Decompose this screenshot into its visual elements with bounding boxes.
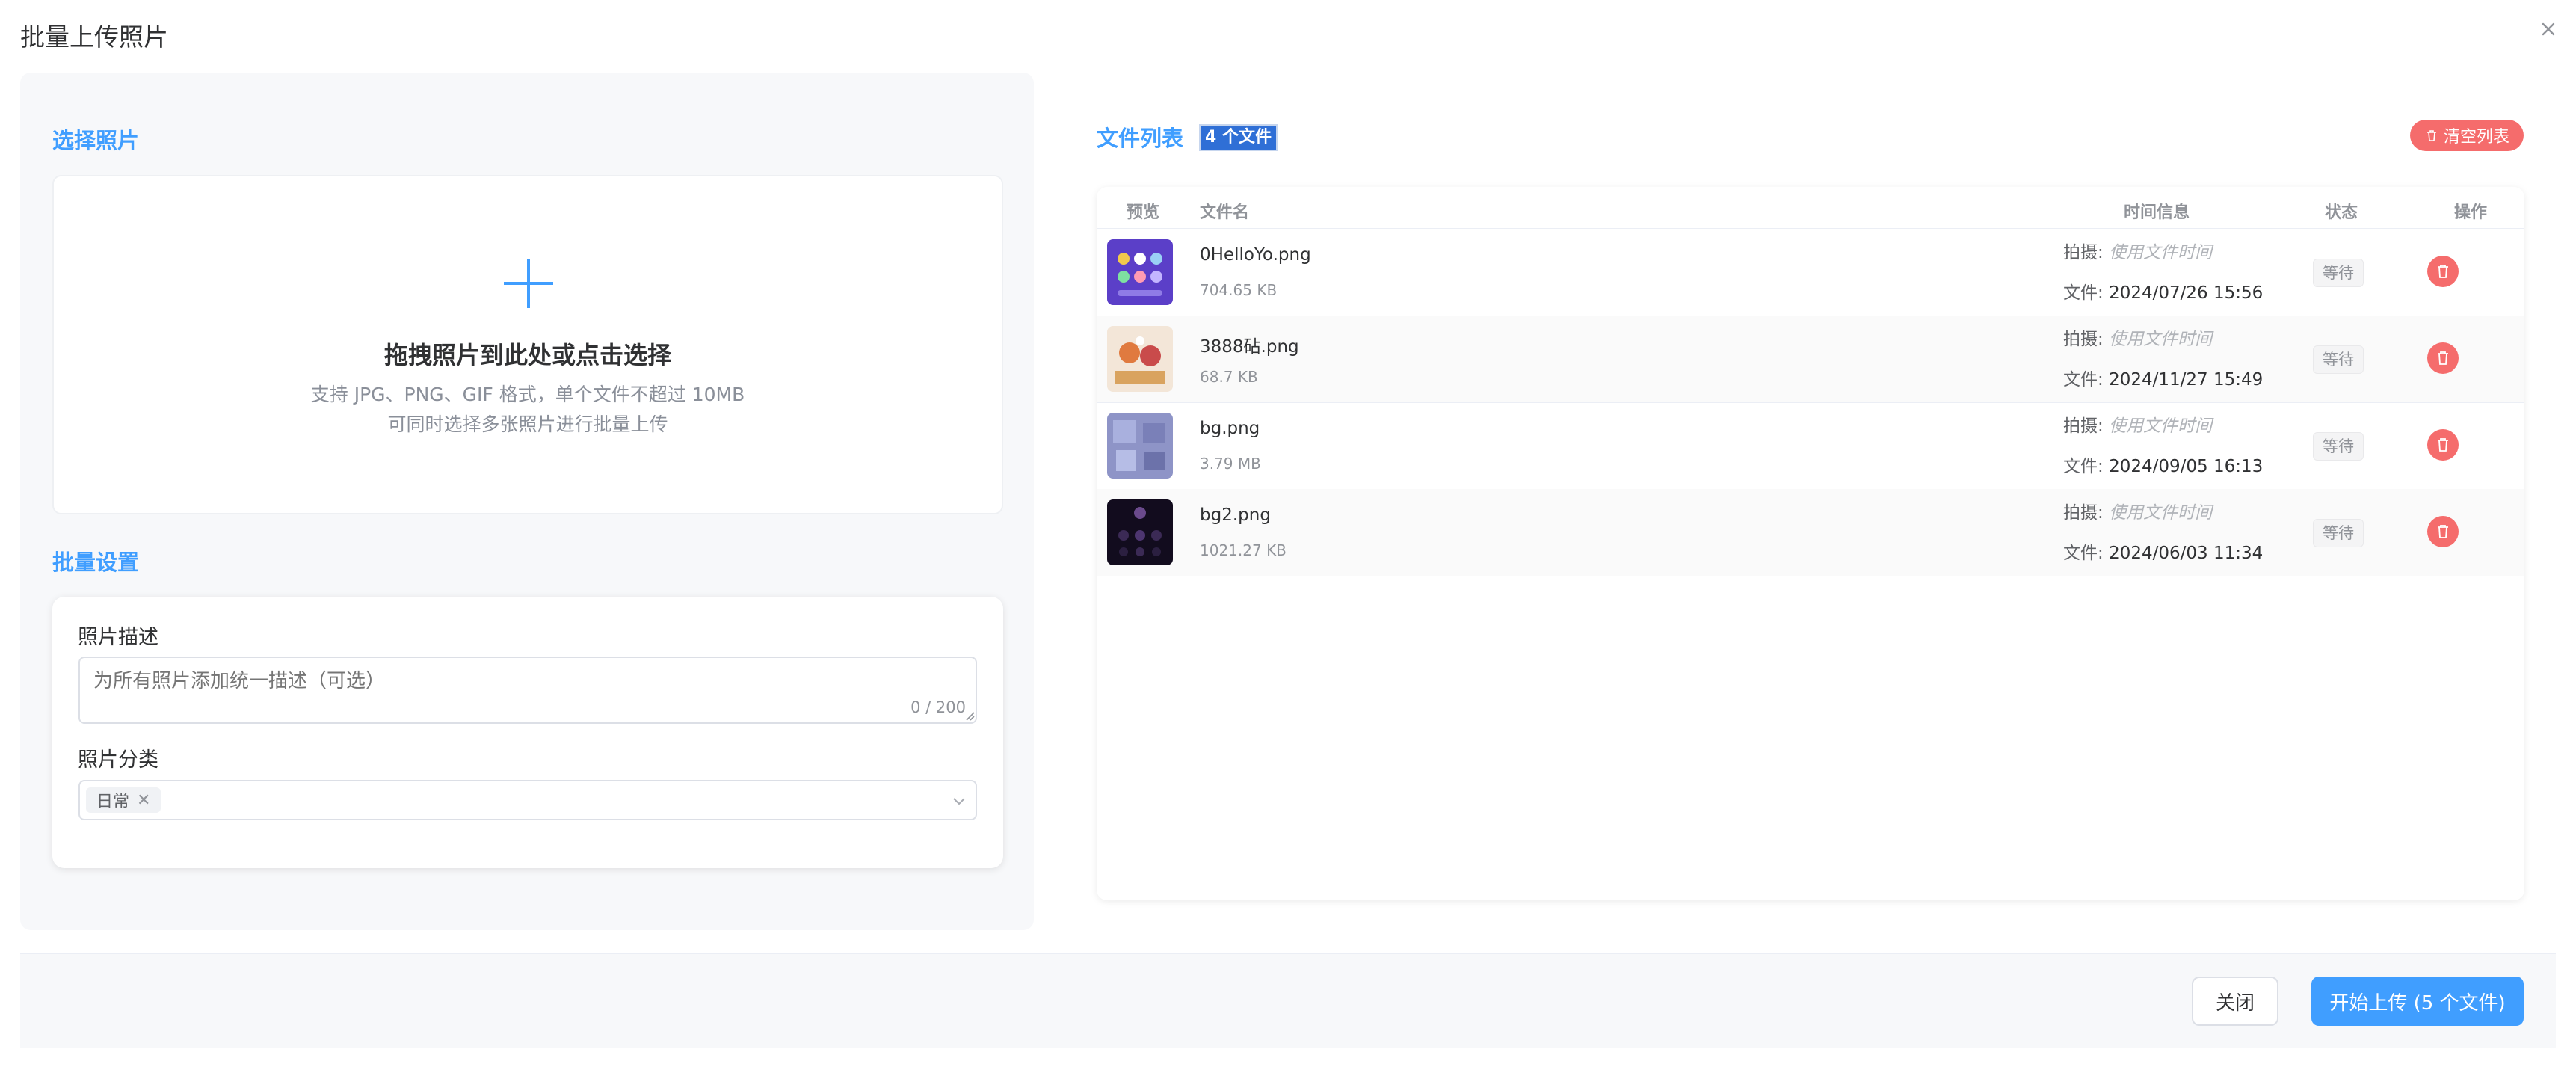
status-badge: 等待 [2313,345,2364,374]
clear-list-button[interactable]: 清空列表 [2410,120,2524,151]
category-label: 照片分类 [78,748,158,772]
dialog-title: 批量上传照片 [20,22,168,52]
category-select[interactable]: 日常 ✕ [78,780,977,820]
file-size: 68.7 KB [1200,368,1258,386]
file-time-line: 文件: 2024/11/27 15:49 [2063,370,2264,390]
thumbnail [1107,326,1173,392]
trash-icon [2438,438,2448,452]
description-label: 照片描述 [78,626,158,649]
thumbnail [1107,499,1173,565]
status-badge: 等待 [2313,432,2364,461]
shot-time-line: 拍摄: 使用文件时间 [2063,330,2213,349]
file-name: 0HelloYo.png [1200,245,1311,265]
resize-grip-icon[interactable] [964,710,975,721]
settings-card: 照片描述 0 / 200 照片分类 日常 ✕ [52,597,1003,868]
clear-list-label: 清空列表 [2443,128,2509,147]
file-name: 3888砧.png [1200,337,1299,357]
file-size: 1021.27 KB [1200,541,1287,559]
delete-button[interactable] [2427,516,2459,547]
start-upload-button[interactable]: 开始上传 (5 个文件) [2311,977,2524,1026]
file-time-line: 文件: 2024/07/26 15:56 [2063,283,2264,303]
col-status: 状态 [2325,203,2358,222]
col-preview: 预览 [1127,203,1160,222]
category-tag: 日常 ✕ [86,787,161,813]
table-row: bg2.png 1021.27 KB 拍摄: 使用文件时间 文件: 2024/0… [1097,489,2524,576]
trash-icon [2438,351,2448,365]
category-tag-label: 日常 [96,793,130,811]
file-size: 704.65 KB [1200,281,1278,299]
close-button[interactable]: 关闭 [2192,977,2278,1026]
status-badge: 等待 [2313,259,2364,287]
table-row: 0HelloYo.png 704.65 KB 拍摄: 使用文件时间 文件: 20… [1097,229,2524,316]
col-filename: 文件名 [1200,203,1250,222]
table-row: bg.png 3.79 MB 拍摄: 使用文件时间 文件: 2024/09/05… [1097,402,2524,490]
upload-dropzone[interactable]: 拖拽照片到此处或点击选择 支持 JPG、PNG、GIF 格式，单个文件不超过 1… [52,175,1003,514]
file-list-title: 文件列表 [1097,126,1184,151]
delete-button[interactable] [2427,429,2459,461]
dialog-footer [20,954,2556,1048]
trash-icon [2426,130,2436,141]
shot-time-line: 拍摄: 使用文件时间 [2063,416,2213,436]
trash-icon [2438,265,2448,278]
chevron-down-icon[interactable] [950,792,968,810]
delete-button[interactable] [2427,256,2459,287]
file-name: bg2.png [1200,505,1271,525]
file-name: bg.png [1200,419,1260,438]
batch-upload-dialog: 批量上传照片 选择照片 拖拽照片到此处或点击选择 支持 JPG、PNG、GIF … [0,0,2576,1070]
delete-button[interactable] [2427,342,2459,374]
upload-hint-formats: 支持 JPG、PNG、GIF 格式，单个文件不超过 10MB [310,384,745,405]
description-textarea[interactable] [78,657,977,724]
thumbnail [1107,413,1173,479]
tag-close-icon[interactable]: ✕ [137,791,150,810]
plus-icon [504,259,553,308]
batch-settings-title: 批量设置 [52,550,140,575]
thumbnail [1107,239,1173,305]
file-count-badge: 4 个文件 [1199,124,1278,151]
file-time-line: 文件: 2024/09/05 16:13 [2063,457,2264,476]
close-icon[interactable] [2537,18,2560,40]
shot-time-line: 拍摄: 使用文件时间 [2063,243,2213,262]
col-time: 时间信息 [2124,203,2190,222]
shot-time-line: 拍摄: 使用文件时间 [2063,503,2213,523]
upload-hint-multiple: 可同时选择多张照片进行批量上传 [387,413,668,435]
file-table: 预览 文件名 时间信息 状态 操作 0HelloYo.png 704.65 KB… [1097,187,2524,900]
file-time-line: 文件: 2024/06/03 11:34 [2063,544,2264,563]
select-photos-title: 选择照片 [52,128,140,153]
status-badge: 等待 [2313,519,2364,547]
trash-icon [2438,525,2448,538]
col-action: 操作 [2454,203,2488,222]
file-size: 3.79 MB [1200,455,1261,473]
description-counter: 0 / 200 [910,698,966,716]
upload-hint-main: 拖拽照片到此处或点击选择 [383,341,671,369]
table-row: 3888砧.png 68.7 KB 拍摄: 使用文件时间 文件: 2024/11… [1097,316,2524,403]
